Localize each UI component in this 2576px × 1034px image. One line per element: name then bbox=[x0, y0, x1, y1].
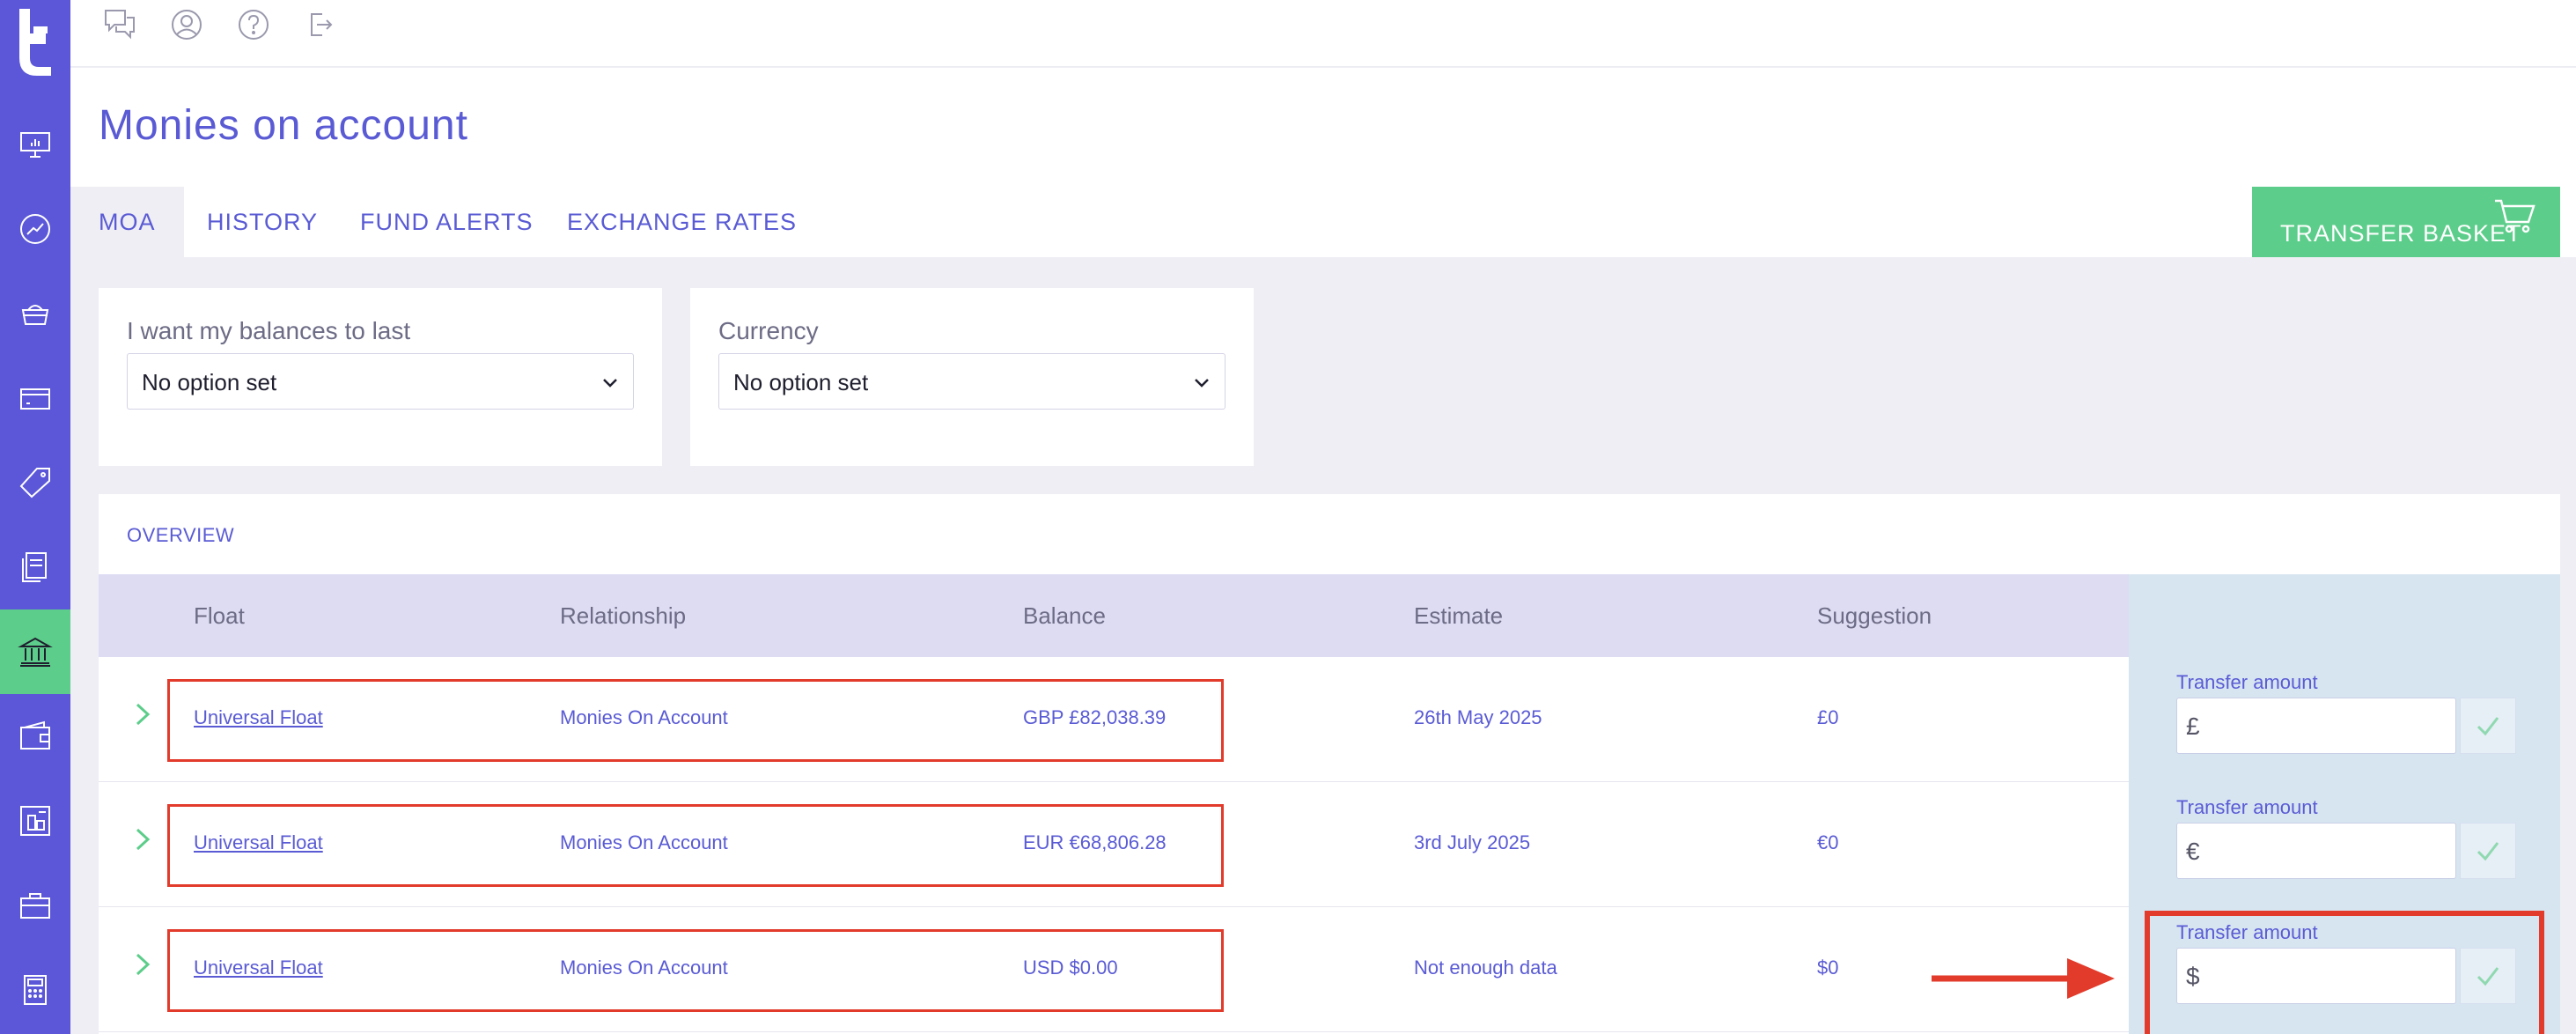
confirm-transfer-button[interactable] bbox=[2460, 823, 2516, 879]
help-icon bbox=[239, 10, 269, 40]
suggestion-cell: €0 bbox=[1817, 831, 1839, 853]
nav-calculator[interactable] bbox=[0, 948, 70, 1032]
currency-sign: € bbox=[2186, 838, 2200, 865]
nav-pricing[interactable] bbox=[0, 440, 70, 525]
wallet-icon bbox=[20, 720, 50, 750]
help-button[interactable] bbox=[236, 7, 271, 42]
tab-history[interactable]: HISTORY bbox=[207, 187, 318, 257]
column-header-estimate: Estimate bbox=[1414, 602, 1504, 629]
transfer-block: Transfer amount € bbox=[2129, 782, 2560, 907]
tab-moa[interactable]: MOA bbox=[70, 187, 184, 257]
presentation-icon bbox=[20, 132, 50, 158]
cart-icon bbox=[2495, 199, 2536, 233]
chevron-right-icon[interactable] bbox=[132, 699, 153, 729]
top-bar bbox=[70, 0, 2576, 67]
briefcase-icon bbox=[20, 893, 50, 919]
nav-cards[interactable] bbox=[0, 356, 70, 440]
balances-filter-card: I want my balances to last No option set bbox=[99, 288, 662, 466]
basket-icon bbox=[21, 305, 49, 325]
transfer-amount-input[interactable]: £ bbox=[2176, 698, 2456, 754]
overview-title: OVERVIEW bbox=[127, 524, 235, 546]
currency-select[interactable]: No option set bbox=[718, 353, 1225, 410]
estimate-cell: 26th May 2025 bbox=[1414, 706, 1542, 728]
balances-select[interactable]: No option set bbox=[127, 353, 634, 410]
balances-select-value: No option set bbox=[142, 369, 277, 395]
transfer-amount-label: Transfer amount bbox=[2176, 796, 2318, 818]
table-row: Universal Float Monies On Account EUR €6… bbox=[99, 782, 2129, 907]
annotation-outline bbox=[167, 804, 1224, 887]
estimate-cell: Not enough data bbox=[1414, 956, 1557, 979]
calculator-icon bbox=[24, 975, 47, 1005]
messages-button[interactable] bbox=[102, 7, 137, 42]
currency-filter-card: Currency No option set bbox=[690, 288, 1254, 466]
annotation-highlight bbox=[2145, 911, 2544, 1034]
chevron-right-icon[interactable] bbox=[132, 824, 153, 854]
currency-select-value: No option set bbox=[733, 369, 869, 395]
nav-documents[interactable] bbox=[0, 525, 70, 609]
profile-button[interactable] bbox=[169, 7, 204, 42]
page-header: Monies on account MOA HISTORY FUND ALERT… bbox=[70, 68, 2576, 257]
floorplan-icon bbox=[20, 806, 50, 836]
card-icon bbox=[20, 388, 50, 410]
nav-shop[interactable] bbox=[0, 271, 70, 356]
page-title: Monies on account bbox=[99, 102, 468, 149]
transfer-block: Transfer amount £ bbox=[2129, 657, 2560, 782]
user-icon bbox=[172, 10, 202, 40]
chevron-down-icon bbox=[1195, 379, 1209, 388]
sidebar bbox=[0, 0, 70, 1034]
chat-icon bbox=[105, 10, 135, 40]
column-header-relationship: Relationship bbox=[560, 602, 687, 629]
logout-button[interactable] bbox=[303, 7, 338, 42]
annotation-outline bbox=[167, 679, 1224, 762]
balances-filter-label: I want my balances to last bbox=[127, 317, 411, 344]
documents-icon bbox=[22, 552, 47, 582]
column-header-suggestion: Suggestion bbox=[1817, 602, 1932, 629]
table-row: Universal Float Monies On Account USD $0… bbox=[99, 907, 2129, 1032]
tab-exchange-rates[interactable]: EXCHANGE RATES bbox=[567, 187, 797, 257]
column-header-float: Float bbox=[194, 602, 245, 629]
nav-analytics[interactable] bbox=[0, 187, 70, 271]
nav-dashboard[interactable] bbox=[0, 102, 70, 187]
suggestion-cell: $0 bbox=[1817, 956, 1839, 979]
transfer-amount-input[interactable]: € bbox=[2176, 823, 2456, 879]
transfer-amount-label: Transfer amount bbox=[2176, 671, 2318, 693]
brand-logo-icon[interactable] bbox=[12, 7, 58, 78]
currency-sign: £ bbox=[2186, 713, 2200, 740]
annotation-arrow-icon bbox=[1932, 958, 2115, 999]
suggestion-cell: £0 bbox=[1817, 706, 1839, 728]
annotation-outline bbox=[167, 929, 1224, 1012]
tab-fund-alerts[interactable]: FUND ALERTS bbox=[360, 187, 534, 257]
tag-icon bbox=[19, 468, 50, 499]
chevron-down-icon bbox=[603, 379, 617, 388]
table-row: Universal Float Monies On Account GBP £8… bbox=[99, 657, 2129, 782]
nav-monies-on-account[interactable] bbox=[0, 609, 70, 694]
currency-filter-label: Currency bbox=[718, 317, 819, 344]
check-icon bbox=[2477, 842, 2499, 861]
column-header-balance: Balance bbox=[1023, 602, 1106, 629]
nav-portfolio[interactable] bbox=[0, 863, 70, 948]
nav-floorplan[interactable] bbox=[0, 779, 70, 863]
logout-icon bbox=[311, 13, 333, 36]
nav-wallet[interactable] bbox=[0, 694, 70, 779]
chevron-right-icon[interactable] bbox=[132, 949, 153, 979]
check-icon bbox=[2477, 717, 2499, 736]
trend-icon bbox=[20, 214, 50, 244]
transfer-basket-button[interactable]: TRANSFER BASKET bbox=[2252, 187, 2560, 257]
confirm-transfer-button[interactable] bbox=[2460, 698, 2516, 754]
estimate-cell: 3rd July 2025 bbox=[1414, 831, 1531, 853]
bank-icon bbox=[18, 637, 53, 667]
transfer-basket-label: TRANSFER BASKET bbox=[2280, 220, 2522, 247]
table-header: Float Relationship Balance Estimate Sugg… bbox=[99, 574, 2129, 657]
